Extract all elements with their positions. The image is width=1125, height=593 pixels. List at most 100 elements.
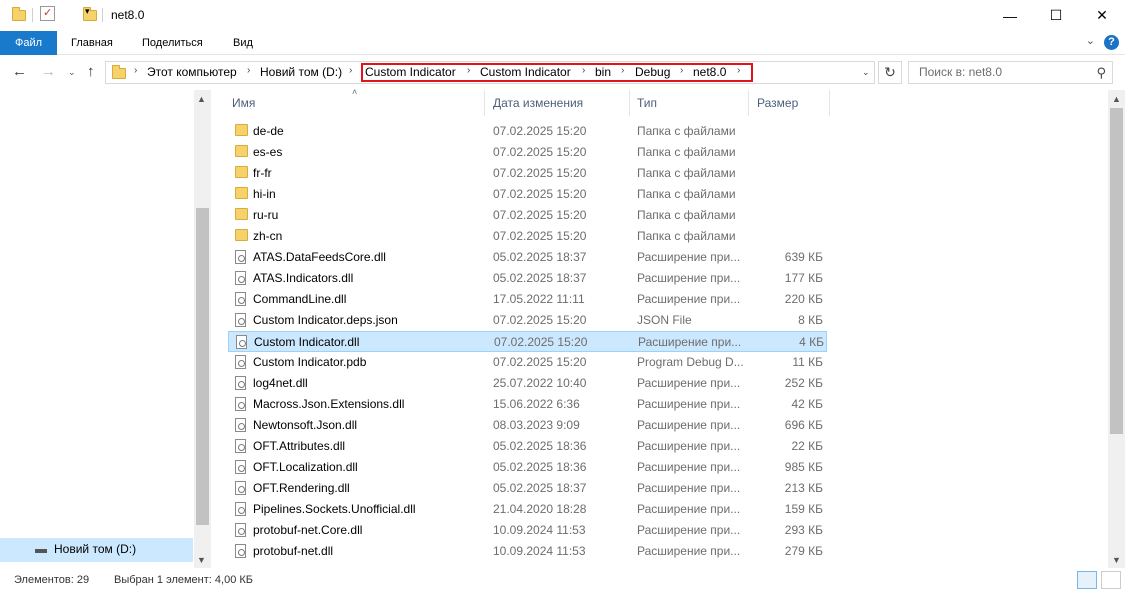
file-row[interactable]: ru-ru 07.02.2025 15:20 Папка с файлами [228, 205, 827, 226]
column-divider[interactable] [748, 90, 749, 116]
large-icons-view-button[interactable] [1101, 571, 1121, 589]
file-size: 159 КБ [784, 502, 823, 516]
file-row[interactable]: protobuf-net.Core.dll 10.09.2024 11:53 Рас… [228, 520, 827, 541]
file-date: 05.02.2025 18:37 [493, 271, 587, 285]
nav-scrollbar-thumb[interactable] [196, 208, 209, 525]
file-row[interactable]: zh-cn 07.02.2025 15:20 Папка с файлами [228, 226, 827, 247]
file-type: Папка с файлами [637, 124, 736, 138]
tab-file[interactable]: Файл [0, 31, 57, 55]
file-row[interactable]: protobuf-net.dll 10.09.2024 11:53 Расширен… [228, 541, 827, 562]
file-row[interactable]: fr-fr 07.02.2025 15:20 Папка с файлами [228, 163, 827, 184]
file-date: 07.02.2025 15:20 [493, 124, 587, 138]
file-type: Расширение при... [637, 481, 741, 495]
item-count: Элементов: 29 [14, 574, 90, 586]
folder-icon [235, 166, 248, 178]
file-row[interactable]: OFT.Attributes.dll 05.02.2025 18:36 Расшир… [228, 436, 827, 457]
file-name: Custom Indicator.dll [254, 335, 360, 349]
dll-icon [235, 271, 246, 285]
file-row[interactable]: Macross.Json.Extensions.dll 15.06.2022 6:… [228, 394, 827, 415]
breadcrumb-drive[interactable]: Новий том (D:) [260, 65, 342, 79]
folder-icon [112, 65, 126, 79]
file-row[interactable]: CommandLine.dll 17.05.2022 11:11 Расширени… [228, 289, 827, 310]
file-size: 4 КБ [799, 335, 824, 349]
up-icon[interactable]: ↑ [87, 63, 95, 80]
file-size: 252 КБ [784, 376, 823, 390]
nav-item-drive-d[interactable]: Новий том (D:) [0, 538, 193, 562]
file-row[interactable]: Custom Indicator.deps.json 07.02.2025 15:… [228, 310, 827, 331]
column-divider[interactable] [484, 90, 485, 116]
file-type: Папка с файлами [637, 145, 736, 159]
file-type: Расширение при... [637, 418, 741, 432]
column-header-size[interactable]: Размер [757, 95, 798, 117]
dll-icon [235, 544, 246, 558]
file-row[interactable]: ATAS.DataFeedsCore.dll 05.02.2025 18:37 Ра… [228, 247, 827, 268]
file-date: 05.02.2025 18:36 [493, 460, 587, 474]
recent-locations-icon[interactable]: ⌄ [68, 67, 76, 78]
customize-toolbar-icon[interactable]: ▾ [85, 6, 90, 17]
breadcrumb-arrow[interactable]: › [247, 65, 250, 76]
file-name: ATAS.DataFeedsCore.dll [253, 250, 386, 264]
folder-icon [12, 7, 26, 21]
close-button[interactable]: ✕ [1079, 0, 1125, 31]
address-dropdown-icon[interactable]: ⌄ [862, 67, 870, 78]
file-row[interactable]: Custom Indicator.pdb 07.02.2025 15:20 Prog… [228, 352, 827, 373]
file-row[interactable]: hi-in 07.02.2025 15:20 Папка с файлами [228, 184, 827, 205]
file-row[interactable]: Pipelines.Sockets.Unofficial.dll 21.04.20… [228, 499, 827, 520]
file-size: 696 КБ [784, 418, 823, 432]
breadcrumb-arrow[interactable]: › [349, 65, 352, 76]
file-row[interactable]: log4net.dll 25.07.2022 10:40 Расширение пр… [228, 373, 827, 394]
file-date: 05.02.2025 18:37 [493, 250, 587, 264]
properties-icon[interactable]: ✓ [40, 6, 55, 21]
file-row[interactable]: OFT.Localization.dll 05.02.2025 18:36 Расш… [228, 457, 827, 478]
folder-icon [235, 208, 248, 220]
file-type: Program Debug D... [637, 355, 744, 369]
list-scroll-down-icon[interactable]: ▼ [1112, 555, 1121, 565]
refresh-button[interactable]: ↻ [878, 61, 902, 84]
file-row[interactable]: OFT.Rendering.dll 05.02.2025 18:37 Расшире… [228, 478, 827, 499]
column-divider[interactable] [829, 90, 830, 116]
file-name: Pipelines.Sockets.Unofficial.dll [253, 502, 416, 516]
file-row[interactable]: ATAS.Indicators.dll 05.02.2025 18:37 Расши… [228, 268, 827, 289]
ribbon: Файл Главная Поделиться Вид ⌄ ? [0, 31, 1125, 55]
column-header-type[interactable]: Тип [637, 95, 657, 117]
file-size: 213 КБ [784, 481, 823, 495]
back-icon[interactable]: ← [12, 63, 27, 80]
expand-ribbon-icon[interactable]: ⌄ [1086, 34, 1095, 47]
folder-icon [235, 187, 248, 199]
details-view-button[interactable] [1077, 571, 1097, 589]
search-icon[interactable]: ⚲ [1096, 62, 1106, 83]
file-date: 07.02.2025 15:20 [493, 229, 587, 243]
file-type: Расширение при... [637, 397, 741, 411]
maximize-button[interactable]: ☐ [1033, 0, 1079, 31]
file-name: ATAS.Indicators.dll [253, 271, 354, 285]
file-type: Папка с файлами [637, 208, 736, 222]
file-name: protobuf-net.dll [253, 544, 334, 558]
file-size: 220 КБ [784, 292, 823, 306]
file-name: log4net.dll [253, 376, 308, 390]
file-row[interactable]: Newtonsoft.Json.dll 08.03.2023 9:09 Расшир… [228, 415, 827, 436]
tab-share[interactable]: Поделиться [132, 31, 213, 55]
file-row[interactable]: Custom Indicator.dll 07.02.2025 15:20 Расш… [228, 331, 827, 352]
help-icon[interactable]: ? [1104, 35, 1119, 50]
address-bar[interactable]: › Этот компьютер › Новий том (D:) › Cust… [105, 61, 875, 84]
file-type: Расширение при... [637, 271, 741, 285]
nav-scroll-down-icon[interactable]: ▼ [197, 555, 206, 565]
column-header-name[interactable]: Имя [232, 95, 255, 117]
minimize-button[interactable]: — [987, 0, 1033, 31]
nav-scroll-up-icon[interactable]: ▲ [197, 94, 206, 104]
tab-home[interactable]: Главная [61, 31, 123, 55]
column-divider[interactable] [629, 90, 630, 116]
list-scrollbar-thumb[interactable] [1110, 108, 1123, 434]
file-name: protobuf-net.Core.dll [253, 523, 363, 537]
file-row[interactable]: de-de 07.02.2025 15:20 Папка с файлами [228, 121, 827, 142]
search-input[interactable]: Поиск в: net8.0 ⚲ [908, 61, 1113, 84]
file-row[interactable]: es-es 07.02.2025 15:20 Папка с файлами [228, 142, 827, 163]
column-header-date[interactable]: Дата изменения [493, 95, 583, 117]
forward-icon[interactable]: → [41, 63, 56, 80]
breadcrumb-arrow[interactable]: › [134, 65, 137, 76]
tab-view[interactable]: Вид [223, 31, 263, 55]
drive-icon [35, 549, 47, 553]
list-scroll-up-icon[interactable]: ▲ [1112, 94, 1121, 104]
breadcrumb-this-pc[interactable]: Этот компьютер [147, 65, 237, 79]
file-name: Newtonsoft.Json.dll [253, 418, 358, 432]
